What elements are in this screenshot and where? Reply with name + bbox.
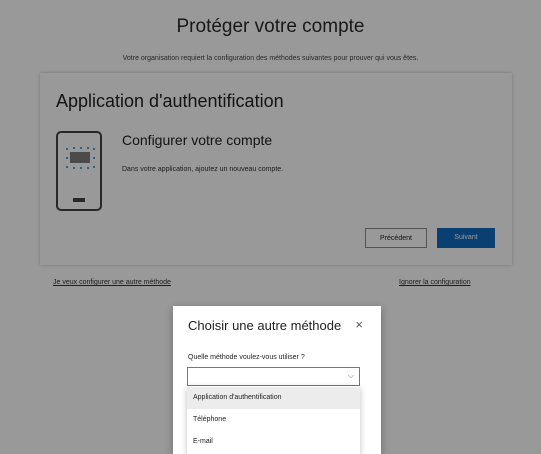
chevron-down-icon: ⌵	[347, 371, 354, 380]
method-select[interactable]: ⌵	[187, 367, 360, 386]
choose-method-dialog: Choisir une autre méthode × Quelle métho…	[173, 306, 381, 454]
dialog-title: Choisir une autre méthode	[188, 318, 342, 333]
method-dropdown-list: Application d'authentification Téléphone…	[187, 386, 360, 454]
option-email[interactable]: E-mail	[187, 431, 360, 453]
option-authenticator-app[interactable]: Application d'authentification	[187, 387, 360, 409]
close-icon[interactable]: ×	[355, 318, 363, 331]
method-question-label: Quelle méthode voulez-vous utiliser ?	[188, 354, 305, 361]
option-phone[interactable]: Téléphone	[187, 409, 360, 431]
